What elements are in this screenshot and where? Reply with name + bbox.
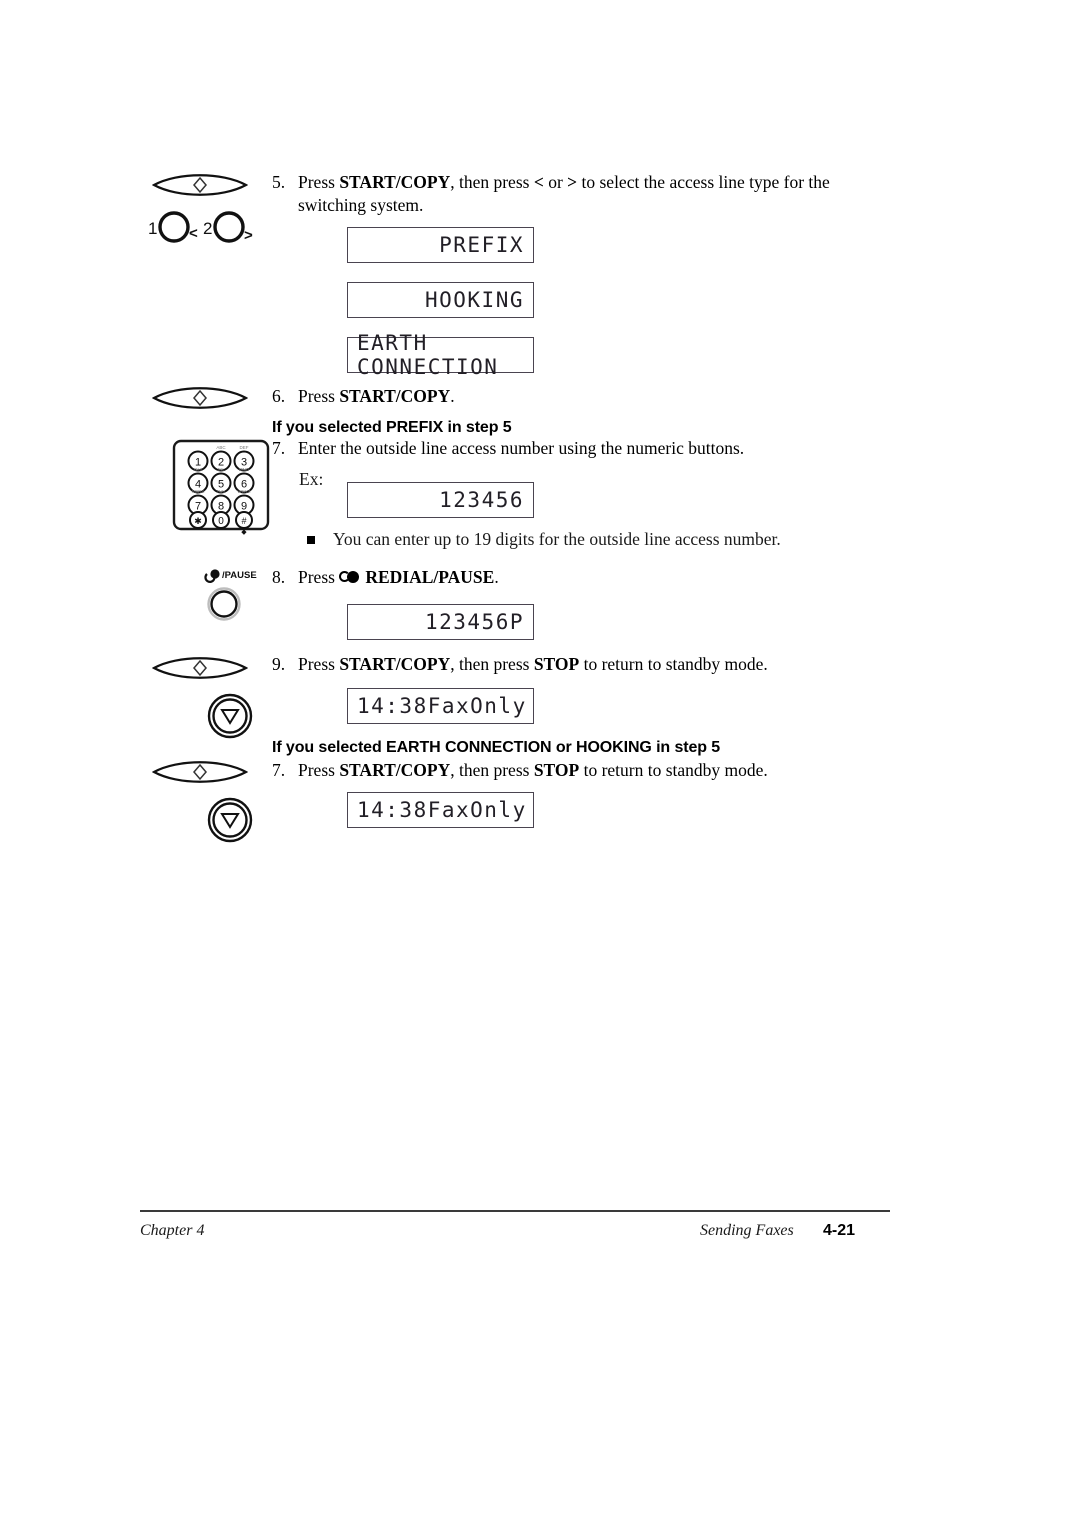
numeric-keypad-icon[interactable]: 1 2 ABC 3 DEF 4 GHI 5 JKL 6 MNO 7 PQRS 8… [168, 437, 278, 542]
step-6: 6. Press START/COPY. [272, 385, 872, 408]
step-7b-text-c: , then press [450, 760, 534, 780]
step-7-earth: 7. Press START/COPY, then press STOP to … [272, 759, 892, 782]
svg-text:✱: ✱ [194, 516, 202, 526]
start-copy-button-icon[interactable] [151, 383, 249, 418]
lcd-display-hooking: HOOKING [347, 282, 534, 318]
example-label: Ex: [299, 469, 324, 489]
step-7b-number: 7. [272, 760, 286, 780]
step-5-number: 5. [272, 172, 286, 192]
redial-pause-keyword: REDIAL/PAUSE [365, 567, 495, 587]
start-copy-button-icon[interactable] [151, 757, 249, 792]
step-5: 5. Press START/COPY, then press < or > t… [272, 171, 872, 217]
step-8-text-c: . [494, 567, 499, 587]
svg-text:WXYZ: WXYZ [238, 489, 251, 494]
step-6-text-a: Press [298, 386, 340, 406]
step-7b-text-e: to return to standby mode. [579, 760, 768, 780]
step-6-text: Press START/COPY. [298, 385, 455, 408]
step-7b-text-a: Press [298, 760, 340, 780]
step-9-text-e: to return to standby mode. [579, 654, 768, 674]
svg-text:1: 1 [148, 219, 157, 238]
arrow-keys-icon[interactable]: 1 < 2 > [146, 207, 256, 254]
step-8: 8. Press REDIAL/PAUSE. [272, 566, 872, 589]
svg-text:#: # [241, 516, 246, 526]
lcd-display-prefix: PREFIX [347, 227, 534, 263]
step-9-text-a: Press [298, 654, 340, 674]
redial-pause-button-icon[interactable]: /PAUSE [196, 566, 264, 633]
lcd-display-standby-1: 14:38 FaxOnly [347, 688, 534, 724]
footer-divider [140, 1210, 890, 1212]
footer-section: Sending Faxes [700, 1222, 794, 1239]
footer-chapter: Chapter 4 [140, 1222, 205, 1239]
svg-text:◆: ◆ [241, 529, 247, 536]
bullet-square-icon [307, 536, 315, 544]
svg-text:PQRS: PQRS [192, 489, 205, 494]
step-5-text-c: , then press [450, 172, 534, 192]
step-7-text: Enter the outside line access number usi… [298, 438, 745, 458]
redial-symbol-icon [339, 571, 365, 584]
step-9-text-c: , then press [450, 654, 534, 674]
note-text: You can enter up to 19 digits for the ou… [333, 529, 781, 549]
heading-if-earth-or-hooking: If you selected EARTH CONNECTION or HOOK… [272, 739, 721, 756]
start-copy-keyword: START/COPY [339, 172, 451, 192]
lcd-value: HOOKING [424, 288, 524, 312]
lcd-display-number-entry: 123456 [347, 482, 534, 518]
step-8-text: Press REDIAL/PAUSE. [298, 566, 499, 589]
step-5-text-e: or [543, 172, 568, 192]
step-8-number: 8. [272, 567, 286, 587]
svg-text:/PAUSE: /PAUSE [222, 570, 257, 581]
svg-text:>: > [244, 227, 253, 244]
lcd-display-number-pause: 123456P [347, 604, 534, 640]
lcd-display-standby-2: 14:38 FaxOnly [347, 792, 534, 828]
step-9: 9. Press START/COPY, then press STOP to … [272, 653, 892, 676]
step-6-number: 6. [272, 386, 286, 406]
svg-text:2: 2 [203, 219, 212, 238]
start-copy-button-icon[interactable] [151, 170, 249, 205]
svg-text:9: 9 [241, 501, 247, 513]
svg-text:MNO: MNO [239, 467, 250, 472]
svg-text:GHI: GHI [194, 467, 202, 472]
lcd-value: EARTH CONNECTION [357, 331, 499, 379]
start-copy-keyword: START/COPY [339, 654, 451, 674]
step-7-prefix: 7. Enter the outside line access number … [272, 437, 892, 460]
start-copy-button-icon[interactable] [151, 653, 249, 688]
svg-text:0: 0 [218, 516, 224, 527]
step-9-text: Press START/COPY, then press STOP to ret… [298, 653, 768, 676]
svg-text:8: 8 [218, 501, 224, 513]
lcd-time: 14:38 [357, 798, 428, 822]
stop-button-icon[interactable] [204, 794, 256, 851]
lcd-display-earth-connection: EARTH CONNECTION [347, 331, 534, 379]
step-7-number: 7. [272, 438, 286, 458]
lcd-time: 14:38 [357, 694, 428, 718]
right-arrow-keyword: > [567, 172, 578, 192]
lcd-mode: FaxOnly [427, 694, 527, 718]
left-arrow-keyword: < [533, 172, 544, 192]
lcd-value: PREFIX [439, 233, 524, 257]
lcd-mode: FaxOnly [427, 798, 527, 822]
stop-button-icon[interactable] [204, 690, 256, 747]
start-copy-keyword: START/COPY [339, 760, 451, 780]
stop-keyword: STOP [533, 654, 580, 674]
svg-text:JKL: JKL [217, 467, 225, 472]
step-9-number: 9. [272, 654, 286, 674]
step-6-text-c: . [450, 386, 455, 406]
svg-text:TUV: TUV [217, 489, 226, 494]
step-7b-text: Press START/COPY, then press STOP to ret… [298, 759, 768, 782]
svg-text:7: 7 [195, 501, 201, 513]
lcd-value: 123456 [439, 488, 524, 512]
svg-text:ABC: ABC [216, 445, 226, 450]
step-5-text: Press START/COPY, then press < or > to s… [298, 171, 872, 217]
heading-if-prefix: If you selected PREFIX in step 5 [272, 419, 512, 436]
svg-text:<: < [189, 225, 198, 242]
step-8-text-a: Press [298, 567, 340, 587]
stop-keyword: STOP [533, 760, 580, 780]
step-5-text-a: Press [298, 172, 340, 192]
lcd-value: 123456P [424, 610, 524, 634]
manual-page: 1 < 2 > 5. Press START/COPY, then press … [0, 0, 1080, 1528]
footer-page-number: 4-21 [823, 1222, 856, 1239]
note-19-digits: You can enter up to 19 digits for the ou… [307, 528, 867, 551]
start-copy-keyword: START/COPY [339, 386, 451, 406]
svg-text:DEF: DEF [240, 445, 249, 450]
